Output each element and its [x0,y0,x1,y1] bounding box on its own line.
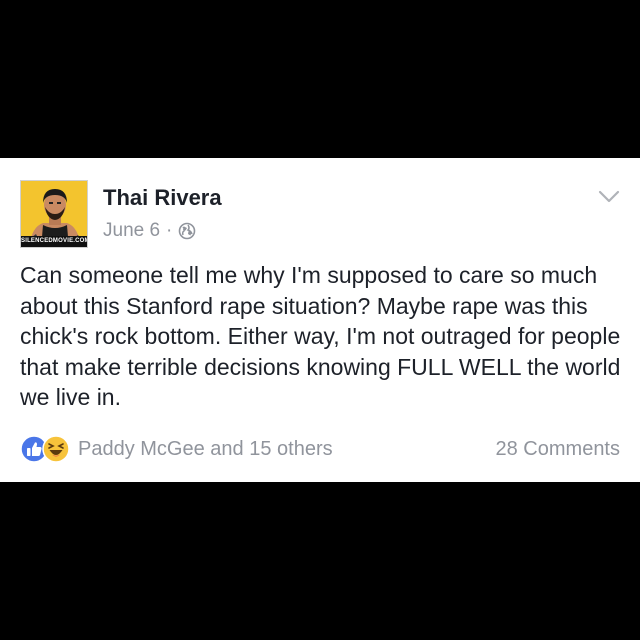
haha-icon [42,435,70,463]
post-date[interactable]: June 6 [103,220,160,242]
post-body: Can someone tell me why I'm supposed to … [20,262,621,410]
chevron-down-icon[interactable] [598,190,620,204]
post-meta: June 6 · [103,220,196,242]
avatar[interactable]: SILENCEDMOVIE.COM [20,180,88,248]
reactors-link[interactable]: Paddy McGee and 15 others [78,438,333,461]
post-footer: Paddy McGee and 15 others 28 Comments [20,433,620,465]
comments-count-link[interactable]: 28 Comments [496,438,621,461]
author-name[interactable]: Thai Rivera [103,185,222,211]
facebook-post-card: SILENCEDMOVIE.COM Thai Rivera June 6 · C… [0,158,640,482]
meta-separator: · [166,220,173,241]
reaction-icons[interactable] [20,435,70,463]
avatar-caption: SILENCEDMOVIE.COM [21,236,87,247]
globe-icon[interactable] [178,222,196,240]
